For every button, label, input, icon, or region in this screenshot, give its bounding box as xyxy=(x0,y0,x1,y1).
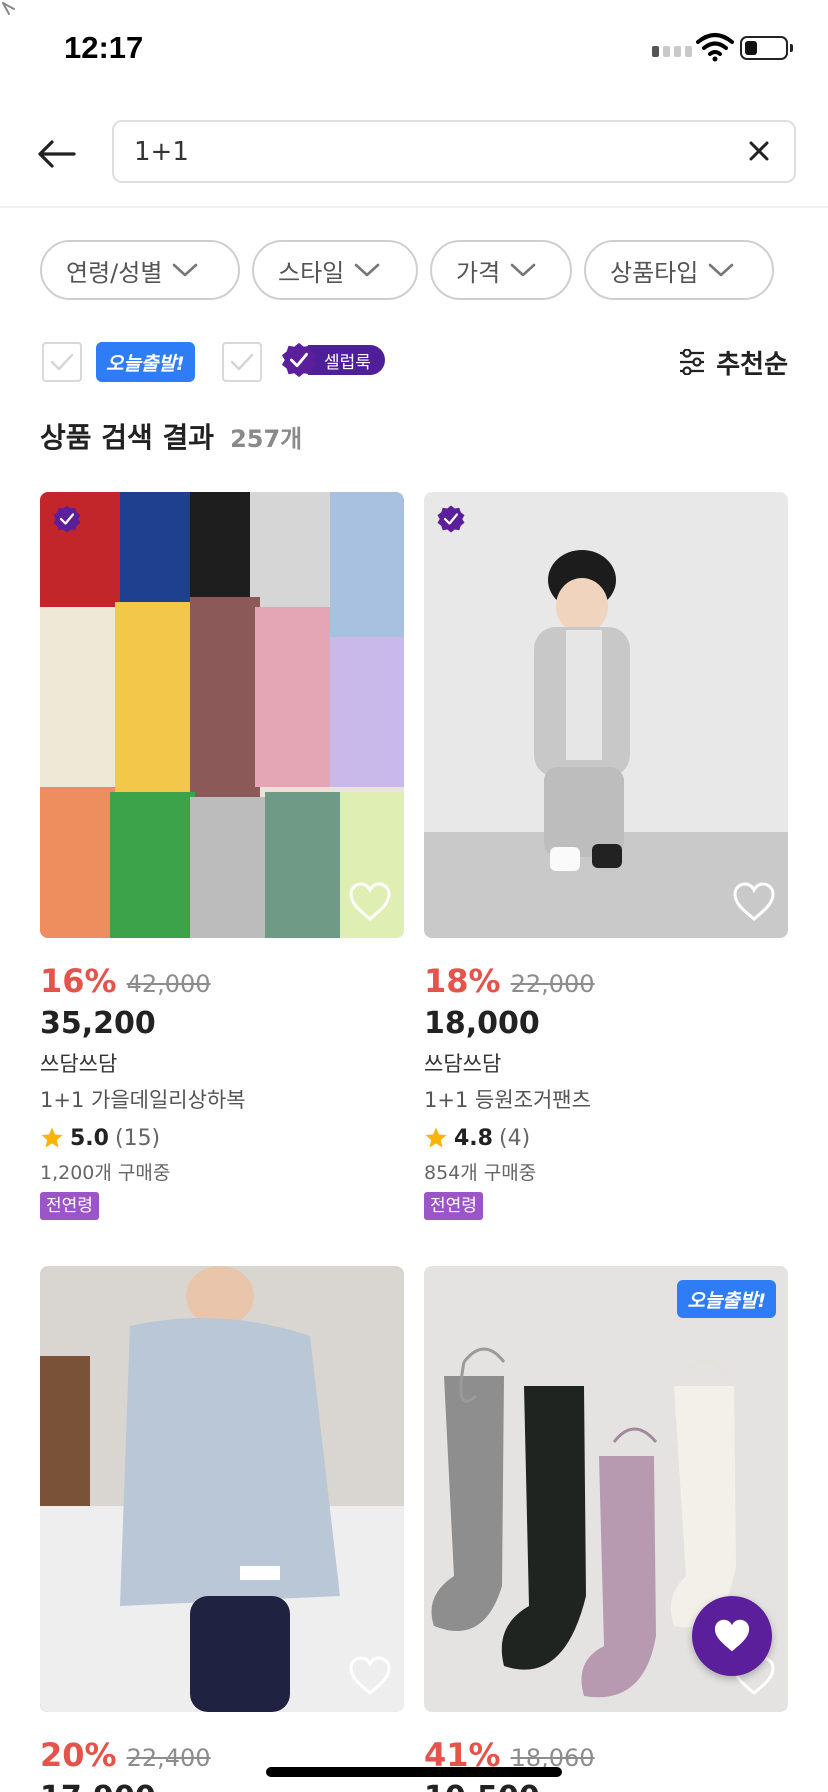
verified-seal-icon xyxy=(281,342,317,378)
review-count: (4) xyxy=(498,1125,531,1151)
sort-label: 추천순 xyxy=(716,349,788,380)
check-icon xyxy=(230,353,254,371)
original-price: 42,000 xyxy=(126,970,211,998)
product-card[interactable]: 20% 22,400 17,900 xyxy=(40,1266,404,1792)
toggle-row: 오늘출발! 셀럽룩 추천순 xyxy=(42,340,788,384)
rating-score: 5.0 xyxy=(70,1125,109,1151)
filter-label: 스타일 xyxy=(278,258,345,287)
results-count: 257개 xyxy=(230,425,303,453)
discount-rate: 20% xyxy=(40,1736,117,1774)
sale-price: 10,500 xyxy=(424,1780,788,1792)
filter-row: 연령/성별 스타일 가격 상품타입 xyxy=(40,240,774,300)
brand-name[interactable]: 쓰담쓰담 xyxy=(40,1048,404,1078)
buyers-count: 1,200개 구매중 xyxy=(40,1162,171,1184)
verified-badge-icon xyxy=(53,505,81,533)
celeb-look-badge[interactable]: 셀럽룩 xyxy=(280,342,385,378)
clear-search-button[interactable] xyxy=(742,134,776,168)
today-ship-badge[interactable]: 오늘출발! xyxy=(96,342,195,382)
filter-price[interactable]: 가격 xyxy=(430,240,572,300)
product-name[interactable]: 1+1 등원조거팬츠 xyxy=(424,1084,788,1114)
product-image[interactable] xyxy=(424,492,788,938)
product-photo-child-sweatshirt xyxy=(40,1266,404,1712)
original-price: 22,000 xyxy=(510,970,595,998)
age-tag: 전연령 xyxy=(40,1192,99,1220)
product-image[interactable] xyxy=(40,492,404,938)
product-card[interactable]: 오늘출발! 41% 18,060 10,500 xyxy=(424,1266,788,1792)
product-photo-clothes-stack xyxy=(40,492,404,938)
search-header xyxy=(0,100,828,208)
check-icon xyxy=(50,353,74,371)
results-heading: 상품 검색 결과 257개 xyxy=(40,416,302,456)
today-ship-tag: 오늘출발! xyxy=(677,1280,776,1318)
brand-name[interactable]: 쓰담쓰담 xyxy=(424,1048,788,1078)
product-card[interactable]: 18% 22,000 18,000 쓰담쓰담 1+1 등원조거팬츠 4.8 (4… xyxy=(424,492,788,1220)
back-button[interactable] xyxy=(30,128,82,180)
age-tag: 전연령 xyxy=(424,1192,483,1220)
filter-product-type[interactable]: 상품타입 xyxy=(584,240,774,300)
wifi-icon xyxy=(696,33,734,62)
battery-icon xyxy=(740,36,793,60)
celeb-look-checkbox[interactable] xyxy=(222,342,262,382)
chevron-down-icon xyxy=(709,263,734,277)
filter-sliders-icon xyxy=(680,349,705,375)
review-count: (15) xyxy=(114,1125,161,1151)
filter-label: 상품타입 xyxy=(610,258,699,287)
heart-icon[interactable] xyxy=(732,882,776,922)
close-icon xyxy=(749,141,769,161)
chevron-down-icon xyxy=(354,263,380,277)
sort-button[interactable]: 추천순 xyxy=(678,342,788,382)
heart-icon[interactable] xyxy=(348,882,392,922)
rating-row: 5.0 (15) xyxy=(40,1122,404,1154)
product-card[interactable]: 16% 42,000 35,200 쓰담쓰담 1+1 가을데일리상하복 5.0 … xyxy=(40,492,404,1220)
status-bar: 12:17 xyxy=(0,0,828,100)
discount-rate: 18% xyxy=(424,962,501,1000)
star-icon xyxy=(41,1127,63,1148)
filter-style[interactable]: 스타일 xyxy=(252,240,418,300)
chevron-down-icon xyxy=(510,263,536,277)
star-icon xyxy=(425,1127,447,1148)
cellular-signal-icon xyxy=(652,46,692,57)
search-box[interactable] xyxy=(112,120,796,183)
results-title: 상품 검색 결과 xyxy=(40,421,215,454)
status-time: 12:17 xyxy=(64,30,144,65)
sale-price: 17,900 xyxy=(40,1780,404,1792)
product-photo-child-jogger xyxy=(424,492,788,938)
back-arrow-icon xyxy=(38,140,76,168)
discount-rate: 16% xyxy=(40,962,117,1000)
filter-label: 연령/성별 xyxy=(66,258,163,287)
home-indicator xyxy=(266,1767,562,1777)
sale-price: 35,200 xyxy=(40,1006,156,1041)
heart-filled-icon xyxy=(714,1619,750,1652)
original-price: 22,400 xyxy=(126,1744,211,1772)
search-input[interactable] xyxy=(134,122,694,181)
verified-badge-icon xyxy=(437,505,465,533)
celeb-look-label: 셀럽룩 xyxy=(308,345,385,375)
price-row: 16% 42,000 xyxy=(40,962,404,1000)
wishlist-fab-button[interactable] xyxy=(692,1596,772,1676)
chevron-down-icon xyxy=(173,263,198,277)
sale-price: 18,000 xyxy=(424,1006,540,1041)
heart-icon[interactable] xyxy=(348,1656,392,1696)
price-row: 18% 22,000 xyxy=(424,962,788,1000)
buyers-count: 854개 구매중 xyxy=(424,1162,537,1184)
notification-arrow-icon xyxy=(2,2,15,15)
filter-age-gender[interactable]: 연령/성별 xyxy=(40,240,240,300)
filter-label: 가격 xyxy=(456,258,501,287)
product-name[interactable]: 1+1 가을데일리상하복 xyxy=(40,1084,404,1114)
today-ship-checkbox[interactable] xyxy=(42,342,82,382)
product-image[interactable] xyxy=(40,1266,404,1712)
rating-score: 4.8 xyxy=(454,1125,493,1151)
rating-row: 4.8 (4) xyxy=(424,1122,788,1154)
